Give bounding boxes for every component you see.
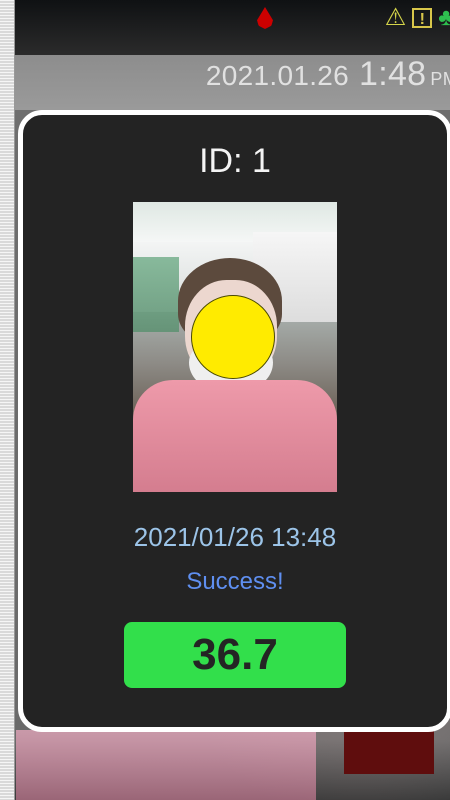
photo-window (133, 257, 179, 332)
leaf-icon: ♣ (438, 4, 450, 31)
user-id-label: ID: 1 (199, 142, 271, 180)
left-screen-edge (0, 0, 15, 800)
blood-drop-icon (257, 7, 273, 29)
background-user-photo (16, 730, 316, 800)
status-ampm: PM (430, 69, 450, 89)
temperature-badge: 36.7 (124, 622, 346, 688)
face-redaction-circle (191, 295, 275, 379)
background-camera-thumbnail (344, 728, 434, 774)
capture-timestamp: 2021/01/26 13:48 (133, 522, 337, 552)
recognition-result-card: ID: 1 2021/01/26 13:48 Success! 36.7 (18, 110, 450, 732)
status-date: 2021.01.26 (205, 60, 350, 91)
status-time: 1:48 (359, 55, 427, 93)
captured-user-photo (133, 202, 337, 492)
photo-shirt (133, 380, 337, 492)
status-icons: ⚠ ! ♣ (385, 6, 450, 30)
status-datetime: 2021.01.26 1:48 PM (206, 55, 450, 94)
warning-icon: ⚠ (384, 4, 407, 31)
status-bar: ⚠ ! ♣ 2021.01.26 1:48 PM (14, 0, 450, 95)
alert-icon: ! (412, 8, 433, 28)
recognition-status: Success! (186, 568, 284, 595)
attendance-screen: ⚠ ! ♣ 2021.01.26 1:48 PM ID: 1 2021/01/2… (0, 0, 450, 800)
